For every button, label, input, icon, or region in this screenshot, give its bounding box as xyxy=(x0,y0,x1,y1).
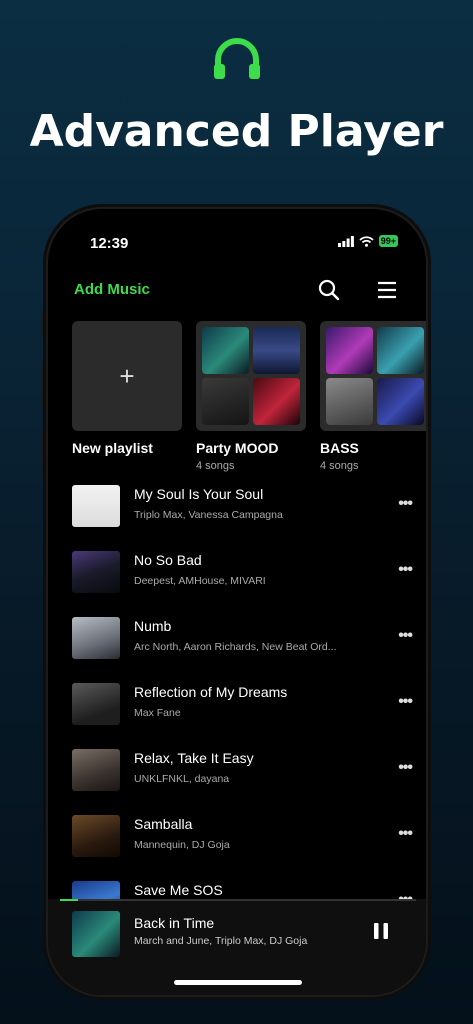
song-row[interactable]: Relax, Take It Easy UNKLFNKL, dayana ••• xyxy=(72,749,418,815)
cover-thumb xyxy=(377,327,424,374)
playback-progress-fill xyxy=(60,899,78,901)
playlist-card-party-mood[interactable]: Party MOOD 4 songs xyxy=(196,321,308,472)
song-title: Samballa xyxy=(134,816,193,832)
song-row[interactable]: No So Bad Deepest, AMHouse, MIVARI ••• xyxy=(72,551,418,617)
playlist-name: BASS xyxy=(320,440,359,456)
song-title: Numb xyxy=(134,618,172,634)
now-playing-artwork xyxy=(72,911,120,957)
song-artist: Max Fane xyxy=(134,707,181,719)
song-artwork xyxy=(72,485,120,527)
cover-thumb xyxy=(253,378,300,425)
search-icon[interactable] xyxy=(318,279,340,301)
song-artwork xyxy=(72,815,120,857)
plus-icon: + xyxy=(119,360,135,391)
song-artwork xyxy=(72,617,120,659)
now-playing-bar[interactable]: Back in Time March and June, Triplo Max,… xyxy=(48,899,426,995)
new-playlist-tile[interactable]: + xyxy=(72,321,182,431)
song-artist: Mannequin, DJ Goja xyxy=(134,839,230,851)
cover-thumb xyxy=(326,327,373,374)
add-music-button[interactable]: Add Music xyxy=(74,281,150,298)
song-row[interactable]: My Soul Is Your Soul Triplo Max, Vanessa… xyxy=(72,485,418,551)
headphones-icon xyxy=(214,38,260,79)
playlist-name: New playlist xyxy=(72,440,153,456)
playlist-card-bass[interactable]: BASS 4 songs xyxy=(320,321,426,472)
song-title: Relax, Take It Easy xyxy=(134,750,254,766)
song-title: My Soul Is Your Soul xyxy=(134,486,264,502)
more-options-icon[interactable]: ••• xyxy=(398,759,413,777)
song-artist: Triplo Max, Vanessa Campagna xyxy=(134,509,283,521)
song-title: Save Me SOS xyxy=(134,882,223,898)
phone-screen: 12:39 99+ Add Music + New playlist Party… xyxy=(46,207,428,997)
cover-thumb xyxy=(326,378,373,425)
song-artwork xyxy=(72,551,120,593)
song-artist: Deepest, AMHouse, MIVARI xyxy=(134,575,266,587)
song-list: My Soul Is Your Soul Triplo Max, Vanessa… xyxy=(72,485,418,947)
cover-thumb xyxy=(202,378,249,425)
playback-progress[interactable] xyxy=(60,899,416,901)
playlist-name: Party MOOD xyxy=(196,440,279,456)
playlist-cover xyxy=(320,321,426,431)
song-row[interactable]: Reflection of My Dreams Max Fane ••• xyxy=(72,683,418,749)
wifi-icon xyxy=(359,235,374,247)
more-options-icon[interactable]: ••• xyxy=(398,495,413,513)
song-row[interactable]: Numb Arc North, Aaron Richards, New Beat… xyxy=(72,617,418,683)
now-playing-title: Back in Time xyxy=(134,915,215,931)
battery-indicator: 99+ xyxy=(378,235,398,247)
playlists-row: + New playlist Party MOOD 4 songs BASS 4… xyxy=(72,321,426,481)
playlist-count: 4 songs xyxy=(196,460,235,472)
more-options-icon[interactable]: ••• xyxy=(398,693,413,711)
playlist-cover xyxy=(196,321,306,431)
more-options-icon[interactable]: ••• xyxy=(398,627,413,645)
pause-icon[interactable] xyxy=(374,923,388,939)
more-options-icon[interactable]: ••• xyxy=(398,825,413,843)
song-row[interactable]: Samballa Mannequin, DJ Goja ••• xyxy=(72,815,418,881)
playlist-count: 4 songs xyxy=(320,460,359,472)
now-playing-artist: March and June, Triplo Max, DJ Goja xyxy=(134,935,308,947)
cover-thumb xyxy=(202,327,249,374)
more-options-icon[interactable]: ••• xyxy=(398,561,413,579)
song-artwork xyxy=(72,749,120,791)
playlist-card-new[interactable]: + New playlist xyxy=(72,321,184,456)
song-artist: Arc North, Aaron Richards, New Beat Ord.… xyxy=(134,641,337,653)
home-indicator xyxy=(174,980,302,985)
signal-icon xyxy=(337,235,354,247)
menu-icon[interactable] xyxy=(376,279,398,301)
song-title: No So Bad xyxy=(134,552,202,568)
status-icons: 99+ xyxy=(337,235,398,247)
phone-side-button xyxy=(428,380,432,464)
promo-title: Advanced Player xyxy=(29,106,444,157)
cover-thumb xyxy=(253,327,300,374)
cover-thumb xyxy=(377,378,424,425)
song-title: Reflection of My Dreams xyxy=(134,684,288,700)
song-artist: UNKLFNKL, dayana xyxy=(134,773,230,785)
status-time: 12:39 xyxy=(90,235,129,252)
song-artwork xyxy=(72,683,120,725)
